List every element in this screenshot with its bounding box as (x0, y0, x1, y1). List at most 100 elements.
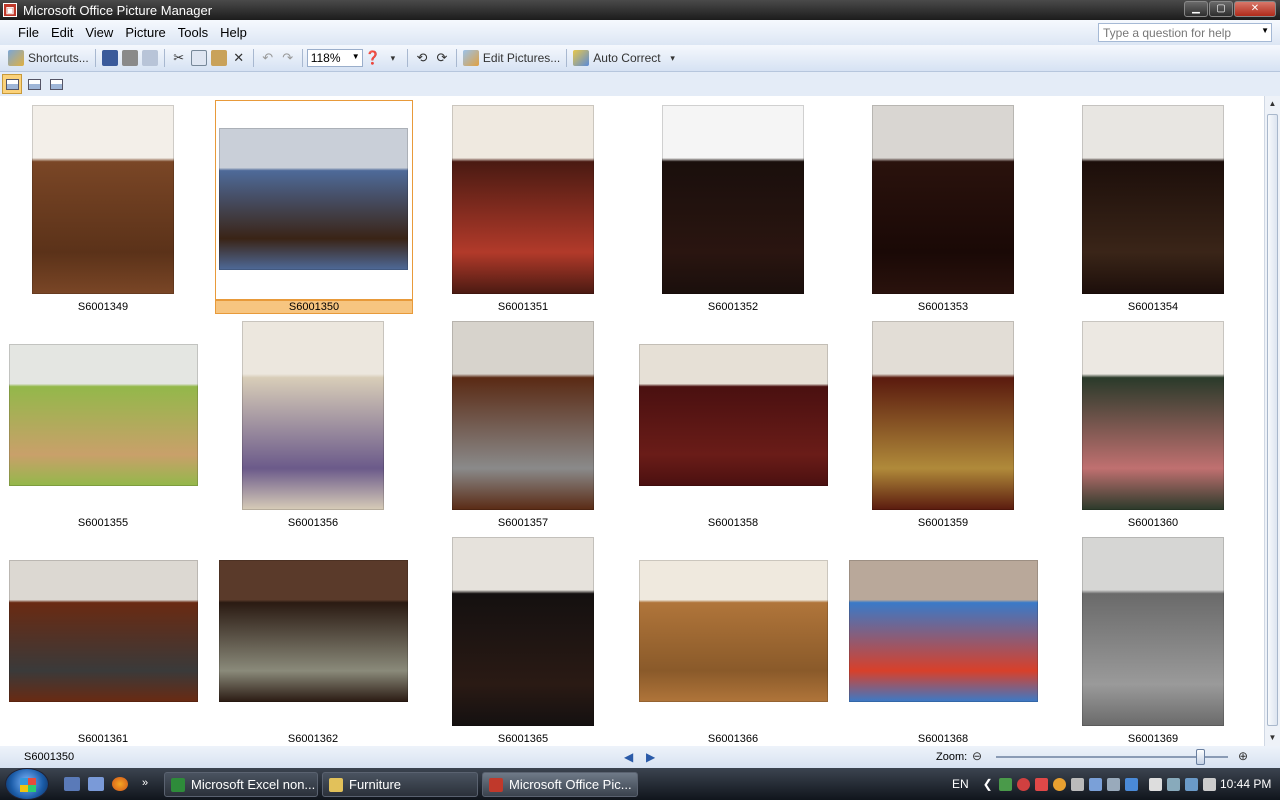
undo-button[interactable]: ↶ (258, 48, 278, 68)
thumbnail-image[interactable] (242, 321, 384, 510)
toolbar-options-button[interactable]: ▾ (383, 48, 403, 68)
firefox-icon[interactable] (112, 777, 128, 791)
thumbnail-image[interactable] (452, 321, 594, 510)
tray-icon[interactable] (1034, 777, 1048, 791)
thumbnail-label: S6001351 (497, 301, 549, 313)
help-search-input[interactable]: Type a question for help ▼ (1098, 23, 1272, 42)
taskbar-button[interactable]: Furniture (322, 772, 478, 797)
tray-icon[interactable] (1016, 777, 1030, 791)
print-button[interactable] (120, 48, 140, 68)
shortcuts-button[interactable]: Shortcuts... (6, 48, 91, 68)
zoom-slider-track[interactable] (996, 756, 1228, 758)
auto-correct-button[interactable]: Auto Correct (571, 48, 662, 68)
copy-button[interactable] (189, 48, 209, 68)
help-button[interactable]: ❓ (363, 48, 383, 68)
thumbnail-image[interactable] (638, 560, 828, 702)
tray-icon[interactable] (1088, 777, 1102, 791)
chevron-down-icon: ▼ (1261, 26, 1269, 35)
shortcuts-label: Shortcuts... (28, 51, 89, 65)
thumbnail-image[interactable] (218, 560, 408, 702)
switch-windows-icon[interactable] (88, 777, 104, 791)
scrollbar-thumb[interactable] (1267, 114, 1278, 726)
current-file-name: S6001350 (24, 751, 75, 763)
email-icon (141, 50, 158, 66)
scroll-up-icon[interactable]: ▲ (1265, 96, 1280, 112)
next-picture-icon[interactable]: ▶ (646, 750, 655, 764)
thumbnail-image[interactable] (638, 344, 828, 486)
thumbnail-label: S6001369 (1127, 733, 1179, 745)
thumbnail-image[interactable] (32, 105, 174, 294)
tray-icon[interactable] (1148, 777, 1162, 791)
title-bar: ▣ Microsoft Office Picture Manager ▁ ▢ ✕ (0, 0, 1280, 20)
start-button[interactable] (5, 768, 49, 800)
zoom-slider-handle[interactable] (1196, 749, 1206, 765)
thumbnail-image[interactable] (872, 105, 1014, 294)
taskbar-button-label: Microsoft Excel non... (191, 777, 316, 792)
single-picture-view-button[interactable] (46, 74, 66, 94)
thumbnail-label: S6001362 (287, 733, 339, 745)
taskbar-button[interactable]: Microsoft Excel non... (164, 772, 318, 797)
email-button[interactable] (140, 48, 160, 68)
rotate-right-button[interactable]: ⟳ (432, 48, 452, 68)
thumbnail-image[interactable] (452, 537, 594, 726)
delete-button[interactable]: ✕ (229, 48, 249, 68)
thumbnail-image[interactable] (662, 105, 804, 294)
filmstrip-view-button[interactable] (24, 74, 44, 94)
redo-button[interactable]: ↷ (278, 48, 298, 68)
chevron-left-icon[interactable]: ❮ (983, 777, 993, 791)
previous-picture-icon[interactable]: ◀ (624, 750, 633, 764)
thumbnail-image[interactable] (1082, 105, 1224, 294)
vertical-scrollbar[interactable]: ▲ ▼ (1264, 96, 1280, 746)
thumbnail-image[interactable] (848, 560, 1038, 702)
thumbnail-view-button[interactable] (2, 74, 22, 94)
menu-picture[interactable]: Picture (119, 25, 171, 40)
status-bar: S6001350 ◀ ▶ Zoom: ⊖ ⊕ (0, 746, 1280, 768)
scroll-down-icon[interactable]: ▼ (1265, 730, 1280, 746)
thumbnail-image[interactable] (8, 560, 198, 702)
menu-tools[interactable]: Tools (172, 25, 214, 40)
edit-pictures-button[interactable]: Edit Pictures... (461, 48, 562, 68)
toolbar-separator (406, 49, 408, 67)
zoom-select[interactable]: 118% ▼ (306, 49, 363, 67)
window-title: Microsoft Office Picture Manager (23, 2, 213, 18)
thumbnail-image[interactable] (1082, 321, 1224, 510)
volume-icon[interactable] (1202, 777, 1216, 791)
minimize-button[interactable]: ▁ (1184, 1, 1208, 17)
menu-help[interactable]: Help (214, 25, 253, 40)
windows-taskbar: » Microsoft Excel non... Furniture Microso… (0, 768, 1280, 800)
network-icon[interactable] (1166, 777, 1180, 791)
tray-icon[interactable] (998, 777, 1012, 791)
taskbar-clock[interactable]: 10:44 PM (1220, 777, 1271, 791)
chevron-right-icon[interactable]: » (142, 777, 158, 791)
thumbnail-image[interactable] (872, 321, 1014, 510)
tray-icon[interactable] (1124, 777, 1138, 791)
zoom-label: Zoom: (936, 751, 968, 763)
tray-icon[interactable] (1070, 777, 1084, 791)
show-desktop-icon[interactable] (64, 777, 80, 791)
network-icon[interactable] (1184, 777, 1198, 791)
zoom-out-icon[interactable]: ⊖ (972, 749, 982, 763)
thumbnail-label: S6001349 (77, 301, 129, 313)
menu-file[interactable]: File (12, 25, 45, 40)
paste-button[interactable] (209, 48, 229, 68)
save-button[interactable] (100, 48, 120, 68)
cut-button[interactable]: ✂ (169, 48, 189, 68)
rotate-left-icon: ⟲ (416, 50, 428, 65)
toolbar-separator (94, 49, 96, 67)
tray-icon[interactable] (1106, 777, 1120, 791)
maximize-button[interactable]: ▢ (1209, 1, 1233, 17)
menu-view[interactable]: View (79, 25, 119, 40)
zoom-in-icon[interactable]: ⊕ (1238, 749, 1248, 763)
thumbnail-image[interactable] (1082, 537, 1224, 726)
close-button[interactable]: ✕ (1234, 1, 1276, 17)
taskbar-button[interactable]: Microsoft Office Pic... (482, 772, 638, 797)
rotate-left-button[interactable]: ⟲ (412, 48, 432, 68)
menu-edit[interactable]: Edit (45, 25, 79, 40)
language-indicator[interactable]: EN (952, 777, 969, 791)
thumbnail-image[interactable] (8, 344, 198, 486)
thumbnail-image[interactable] (218, 128, 408, 270)
toolbar-options-button[interactable]: ▾ (663, 48, 683, 68)
thumbnail-image[interactable] (452, 105, 594, 294)
tray-icon[interactable] (1052, 777, 1066, 791)
thumbnail-label: S6001354 (1127, 301, 1179, 313)
